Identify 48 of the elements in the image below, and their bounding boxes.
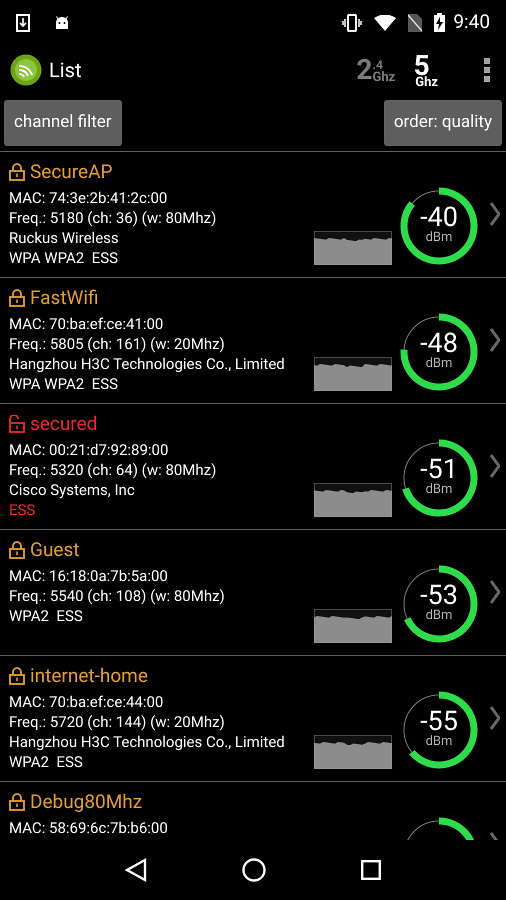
chevron-right-icon	[490, 580, 500, 604]
mac-address: MAC: 16:18:0a:7b:5a:00	[9, 566, 169, 586]
mac-address: MAC: 70:ba:ef:ce:41:00	[9, 314, 164, 334]
vendor-name: Ruckus Wireless	[9, 228, 120, 248]
network-name: internet-home	[30, 662, 148, 689]
mac-address: MAC: 70:ba:ef:ce:44:00	[9, 692, 164, 712]
frequency-info: Freq.: 5720 (ch: 144) (w: 20Mhz)	[9, 712, 226, 732]
home-icon[interactable]	[242, 858, 266, 882]
sort-order-button[interactable]: order: quality	[384, 100, 502, 146]
chevron-right-icon	[490, 706, 500, 730]
clock-time: 9:40	[453, 9, 490, 36]
screen-title: List	[49, 57, 82, 84]
no-sim-icon	[408, 14, 422, 32]
security-flags: WPA WPA2 ESS	[9, 374, 120, 394]
mac-address: MAC: 74:3e:2b:41:2c:00	[9, 188, 168, 208]
app-logo-icon	[10, 54, 42, 86]
security-flags: WPA WPA2 ESS	[9, 248, 120, 268]
chevron-right-icon	[490, 454, 500, 478]
recents-icon[interactable]	[360, 860, 381, 880]
mac-address: MAC: 00:21:d7:92:89:00	[9, 440, 170, 460]
network-name: secured	[30, 410, 98, 437]
chevron-right-icon	[490, 202, 500, 226]
network-name: SecureAP	[30, 158, 112, 185]
frequency-info: Freq.: 5540 (ch: 108) (w: 80Mhz)	[9, 586, 226, 606]
frequency-info: Freq.: 5320 (ch: 64) (w: 80Mhz)	[9, 460, 218, 480]
network-name: FastWifi	[30, 284, 99, 311]
network-name: Debug80Mhz	[30, 788, 142, 815]
frequency-info: Freq.: 5180 (ch: 36) (w: 80Mhz)	[9, 208, 218, 228]
battery-charging-icon	[434, 13, 446, 32]
network-name: Guest	[30, 536, 80, 563]
security-flags: WPA2 ESS	[9, 606, 84, 626]
frequency-info: Freq.: 5805 (ch: 161) (w: 20Mhz)	[9, 334, 226, 354]
channel-filter-button[interactable]: channel filter	[4, 100, 122, 146]
mac-address: MAC: 58:69:6c:7b:b6:00	[9, 818, 169, 838]
wifi-signal-icon	[374, 14, 396, 30]
vibrate-icon	[342, 14, 362, 32]
download-notification-icon	[16, 14, 30, 32]
back-icon[interactable]	[125, 858, 148, 882]
vendor-name: Cisco Systems, Inc	[9, 480, 136, 500]
band-toggle[interactable]: 5Ghz	[405, 52, 438, 88]
network-row[interactable]: Debug80Mhz MAC: 58:69:6c:7b:b6:00	[0, 782, 506, 840]
android-robot-icon	[54, 16, 70, 30]
overflow-menu-icon[interactable]	[484, 58, 490, 82]
security-flags: WPA2 ESS	[9, 752, 84, 772]
security-flags: ESS	[9, 500, 36, 520]
vendor-name: Hangzhou H3C Technologies Co., Limited	[9, 354, 286, 374]
vendor-name: Hangzhou H3C Technologies Co., Limited	[9, 732, 286, 752]
chevron-right-icon	[490, 328, 500, 352]
